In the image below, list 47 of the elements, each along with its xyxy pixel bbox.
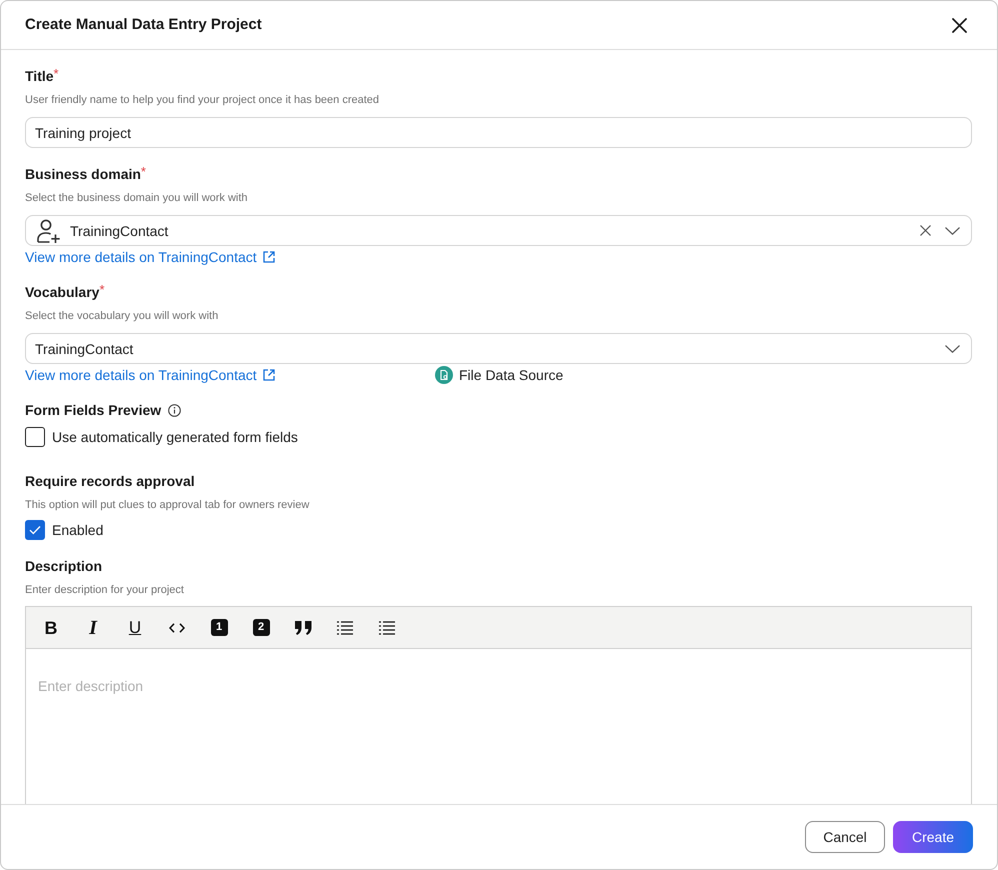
create-button[interactable]: Create (893, 821, 973, 853)
field-label: Business domain (25, 165, 141, 184)
field-hint: Select the vocabulary you will work with (25, 309, 220, 324)
quote-icon (294, 620, 312, 634)
dialog-title: Create Manual Data Entry Project (25, 15, 262, 35)
dropdown-field[interactable]: TrainingContact (25, 333, 972, 364)
checkbox[interactable] (25, 427, 45, 447)
required-mark: * (99, 283, 104, 296)
external-link-icon (262, 250, 275, 262)
clear-icon[interactable] (920, 225, 931, 236)
checkbox[interactable] (25, 520, 45, 540)
field-hint: User friendly name to help you find your project once it has been created (25, 93, 380, 108)
source-label: File Data Source (459, 366, 564, 384)
chevron-down-icon (945, 344, 960, 352)
cancel-button[interactable]: Cancel (805, 821, 885, 853)
field-label: Require records approval (25, 472, 195, 491)
close-button[interactable] (951, 16, 968, 34)
underline-button[interactable]: U (123, 614, 147, 640)
details-link[interactable]: View more details on TrainingContact (25, 366, 275, 384)
list-icon (379, 620, 395, 634)
checkmark-icon (29, 525, 41, 535)
external-link-icon (262, 368, 275, 380)
dropdown-field[interactable]: TrainingContact (25, 215, 972, 246)
heading-button[interactable]: 2 (252, 619, 270, 636)
checkbox-label: Use automatically generated form fields (52, 429, 298, 445)
field-hint: This option will put clues to approval tab for owners review (25, 498, 310, 513)
chevron-down-icon (945, 226, 960, 234)
field-label: Title (25, 67, 54, 86)
list-icon (337, 620, 353, 634)
field-label: Vocabulary (25, 283, 100, 302)
field-hint: Enter description for your project (25, 583, 185, 598)
description-field[interactable]: Enter description (25, 649, 972, 804)
required-mark: * (54, 67, 59, 80)
title-input[interactable]: Training project (25, 117, 972, 148)
field-hint: Select the business domain you will work with (25, 191, 249, 206)
field-label: Form Fields Preview (25, 401, 162, 420)
heading-button[interactable]: 1 (210, 619, 228, 636)
bold-button[interactable]: B (39, 614, 63, 640)
italic-button[interactable]: I (81, 614, 105, 640)
checkbox-label: Enabled (52, 522, 104, 538)
code-icon (169, 622, 185, 632)
info-icon[interactable] (168, 404, 182, 416)
required-mark: * (140, 165, 146, 178)
field-label: Description (25, 557, 102, 576)
close-icon (952, 18, 967, 32)
file-source-icon (435, 366, 453, 384)
details-link[interactable]: View more details on TrainingContact (25, 248, 275, 266)
